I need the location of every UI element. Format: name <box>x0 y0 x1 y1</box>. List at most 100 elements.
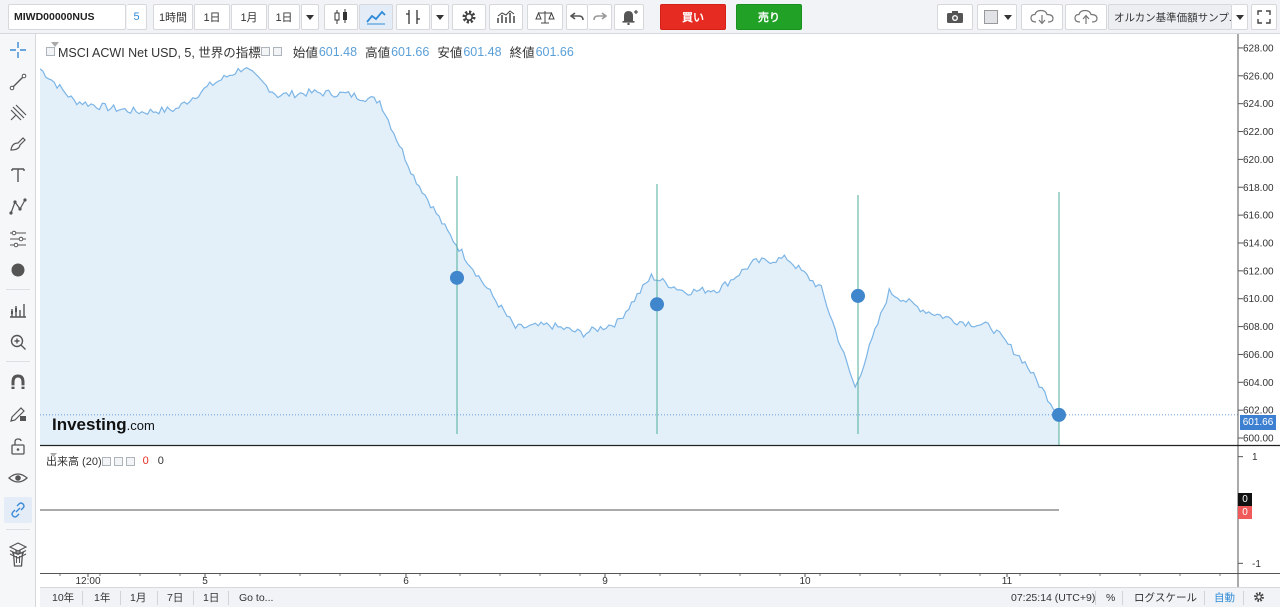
range-10y[interactable]: 10年 <box>52 591 74 605</box>
pitchfork-tool[interactable] <box>4 100 32 126</box>
settings-button[interactable] <box>452 4 486 30</box>
interval-1d-button[interactable]: 1日 <box>194 4 230 30</box>
volume-tag-top: 0 <box>1238 493 1252 506</box>
interval-1m-button[interactable]: 1月 <box>231 4 267 30</box>
last-price-tag: 601.66 <box>1240 415 1276 430</box>
cloud-download-icon <box>1030 9 1054 25</box>
scale-button[interactable] <box>527 4 563 30</box>
divider <box>228 591 229 605</box>
text-tool[interactable] <box>4 162 32 188</box>
chart-color-picker[interactable] <box>977 4 1017 30</box>
chevron-down-icon <box>1004 14 1012 20</box>
eye-icon <box>8 473 28 483</box>
saved-chart-dropdown[interactable] <box>1232 4 1248 30</box>
sidebar-divider <box>6 289 30 290</box>
trend-line-tool[interactable] <box>4 69 32 95</box>
lock-drawings-tool[interactable] <box>4 433 32 459</box>
chevron-down-icon[interactable] <box>50 453 57 457</box>
price-tick-label: 610.00 <box>1243 294 1274 305</box>
time-tick-label: 6 <box>403 576 409 587</box>
cloud-download-button[interactable] <box>1021 4 1063 30</box>
chart-area[interactable]: 628.00 626.00 624.00 622.00 620.00 618.00 616.… <box>40 34 1280 607</box>
cloud-upload-button[interactable] <box>1065 4 1107 30</box>
clock: 07:25:14 (UTC+9) <box>1011 592 1096 604</box>
scale-icon <box>535 11 555 24</box>
time-tick-label: 12:00 <box>75 576 100 587</box>
eye-icon[interactable] <box>101 456 111 466</box>
gear-icon <box>1254 592 1264 602</box>
sidebar-divider <box>6 529 30 530</box>
sync-drawings-tool[interactable] <box>4 497 32 523</box>
redo-button[interactable] <box>588 4 612 30</box>
pattern-tool[interactable] <box>4 194 32 220</box>
alert-button[interactable] <box>614 4 644 30</box>
zoom-in-tool[interactable] <box>4 329 32 355</box>
time-tick-label: 5 <box>202 576 208 587</box>
sidebar-divider <box>6 361 30 362</box>
camera-icon <box>947 11 963 23</box>
close-icon[interactable] <box>125 456 135 466</box>
hide-drawings-tool[interactable] <box>4 465 32 491</box>
brush-tool[interactable] <box>4 131 32 157</box>
crosshair-tool[interactable] <box>4 37 32 63</box>
bottom-bar: 10年 1年 1月 7日 1日 Go to... 07:25:14 (UTC+9… <box>40 587 1280 607</box>
indicators-button[interactable] <box>489 4 523 30</box>
brand-suffix: .com <box>126 418 155 433</box>
forecast-icon <box>10 304 26 318</box>
divider <box>120 591 121 605</box>
remove-drawings-tool[interactable] <box>4 545 32 571</box>
percent-toggle[interactable]: % <box>1106 591 1115 605</box>
candles-button[interactable] <box>324 4 358 30</box>
link-icon <box>11 502 25 518</box>
chart-settings-button[interactable] <box>1253 591 1265 605</box>
shape-tool[interactable] <box>4 257 32 283</box>
fib-tool[interactable] <box>4 226 32 252</box>
compare-icon <box>406 10 420 24</box>
goto-button[interactable]: Go to... <box>239 591 273 605</box>
divider <box>82 591 83 605</box>
range-1y[interactable]: 1年 <box>94 591 110 605</box>
compare-button[interactable] <box>396 4 430 30</box>
event-marker <box>650 297 664 312</box>
volume-tick-label: 1 <box>1252 452 1258 463</box>
sell-button[interactable]: 売り <box>736 4 802 30</box>
area-chart-button[interactable] <box>359 4 393 30</box>
chart-canvas[interactable]: 628.00 626.00 624.00 622.00 620.00 618.00 616.… <box>40 34 1280 587</box>
undo-button[interactable] <box>566 4 588 30</box>
volume-tag-bottom: 0 <box>1238 506 1252 519</box>
range-1d[interactable]: 1日 <box>203 591 219 605</box>
gear-icon <box>462 10 476 24</box>
interval-badge[interactable]: 5 <box>127 4 147 30</box>
symbol-input[interactable]: MIWD00000NUS <box>8 4 126 30</box>
interval-dropdown-button[interactable] <box>301 4 319 30</box>
fullscreen-button[interactable] <box>1251 4 1277 30</box>
volume-tick-label: -1 <box>1252 559 1261 570</box>
stay-in-drawing-tool[interactable] <box>4 401 32 427</box>
saved-chart-name: オルカン基準価額サンプ... <box>1114 11 1232 24</box>
prediction-tool[interactable] <box>4 297 32 323</box>
buy-label: 買い <box>682 12 704 24</box>
volume-value: 0 <box>157 455 164 467</box>
saved-chart-selector[interactable]: オルカン基準価額サンプ... <box>1108 4 1232 30</box>
range-1m[interactable]: 1月 <box>130 591 146 605</box>
range-7d[interactable]: 7日 <box>167 591 183 605</box>
fib-retracement-icon <box>10 230 26 248</box>
snapshot-button[interactable] <box>937 4 973 30</box>
interval-1d-alt-button[interactable]: 1日 <box>268 4 300 30</box>
open-label: 始値 <box>292 46 318 60</box>
auto-scale-toggle[interactable]: 自動 <box>1214 591 1235 605</box>
magnet-tool[interactable] <box>4 369 32 395</box>
chevron-down-icon[interactable] <box>51 42 59 47</box>
divider <box>157 591 158 605</box>
settings-icon[interactable] <box>113 456 123 466</box>
interval-1h-button[interactable]: 1時間 <box>153 4 193 30</box>
close-icon[interactable] <box>272 47 282 56</box>
price-tick-label: 606.00 <box>1243 350 1274 361</box>
buy-button[interactable]: 買い <box>660 4 726 30</box>
settings-icon[interactable] <box>260 47 270 56</box>
compare-dropdown-button[interactable] <box>431 4 449 30</box>
log-scale-toggle[interactable]: ログスケール <box>1134 591 1197 605</box>
price-tick-label: 600.00 <box>1243 434 1274 445</box>
price-tick-label: 624.00 <box>1243 99 1274 110</box>
collapse-icon[interactable] <box>46 47 55 56</box>
